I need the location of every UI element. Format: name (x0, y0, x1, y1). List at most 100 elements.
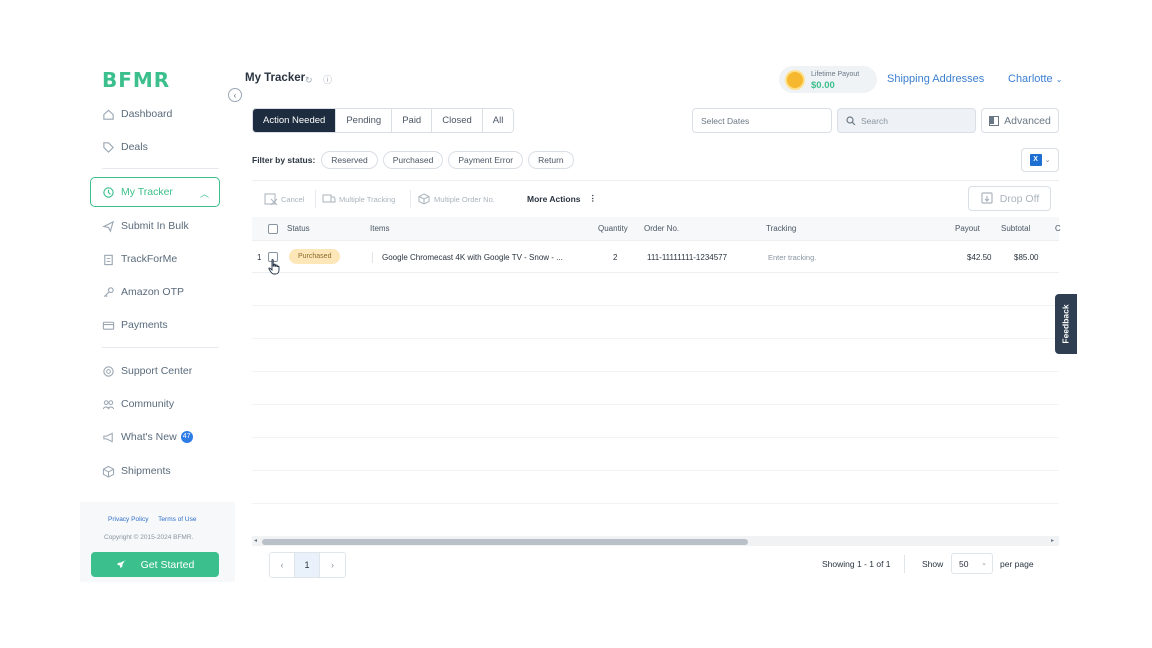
more-actions-label: More Actions (527, 193, 581, 204)
empty-table-area (252, 273, 1059, 537)
sidebar-item-dashboard[interactable]: Dashboard (102, 103, 172, 125)
terms-of-use-link[interactable]: Terms of Use (158, 516, 196, 523)
info-icon[interactable]: ⓘ (323, 75, 332, 85)
page-number-button[interactable]: 1 (295, 553, 320, 577)
drop-off-label: Drop Off (999, 192, 1040, 205)
cancel-action[interactable]: Cancel (264, 193, 304, 205)
drop-off-button[interactable]: Drop Off (968, 186, 1051, 211)
tracking-input[interactable]: Enter tracking. (768, 253, 816, 262)
refresh-icon[interactable]: ↻ (305, 75, 313, 85)
user-menu[interactable]: Charlotte ⌄ (1008, 73, 1062, 85)
sidebar-item-label: My Tracker (121, 186, 173, 198)
top-bar: My Tracker ↻ ⓘ Lifetime Payout $0.00 Shi… (235, 64, 1077, 96)
clipboard-icon (102, 253, 115, 266)
dropoff-icon (981, 191, 993, 204)
horizontal-scrollbar[interactable]: ◂ ▸ (252, 537, 1059, 546)
hand-cursor-icon (268, 259, 280, 275)
tab-action-needed[interactable]: Action Needed (253, 109, 337, 132)
search-icon (846, 115, 856, 125)
footer-links: Privacy Policy Terms of Use (108, 516, 204, 523)
lifetime-payout[interactable]: Lifetime Payout $0.00 (779, 66, 877, 93)
tab-paid[interactable]: Paid (392, 109, 433, 132)
sidebar-item-submit-in-bulk[interactable]: Submit In Bulk (102, 215, 189, 237)
order-number-cell[interactable]: 111-11111111-1234577 (647, 253, 727, 262)
copyright-text: Copyright © 2015-2024 BFMR. (104, 534, 194, 541)
sidebar-item-trackforme[interactable]: TrackForMe (102, 248, 177, 270)
item-name[interactable]: Google Chromecast 4K with Google TV - Sn… (382, 253, 563, 262)
column-header-quantity[interactable]: Quantity (598, 224, 628, 233)
sidebar-item-amazon-otp[interactable]: Amazon OTP (102, 281, 184, 303)
multiple-order-action[interactable]: Multiple Order No. (417, 193, 495, 205)
brand-logo[interactable]: BFMR (102, 68, 170, 92)
prev-page-button[interactable]: ‹ (270, 553, 295, 577)
more-actions-button[interactable]: More Actions ⋮ (527, 193, 597, 204)
tab-pending[interactable]: Pending (336, 109, 393, 132)
sidebar-item-label: What's New (121, 431, 177, 443)
sidebar-item-whats-new[interactable]: What's New 47 (102, 426, 193, 448)
send-icon (102, 220, 115, 233)
coin-icon (787, 72, 803, 88)
multiple-tracking-action[interactable]: Multiple Tracking (322, 193, 395, 205)
sidebar-item-label: Amazon OTP (121, 286, 185, 298)
sidebar-item-my-tracker[interactable]: My Tracker ︿ (90, 177, 220, 207)
next-page-button[interactable]: › (320, 553, 345, 577)
get-started-label: Get Started (140, 558, 195, 571)
search-input[interactable]: Search (837, 108, 976, 133)
per-page-select[interactable]: 50 ⌄ (951, 553, 993, 574)
chevron-up-icon: ︿ (199, 189, 209, 199)
panel-icon (989, 115, 1000, 126)
chevron-down-icon: ⌄ (1044, 157, 1051, 164)
rocket-icon (116, 559, 126, 569)
get-started-button[interactable]: Get Started (91, 552, 219, 577)
filter-chip-purchased[interactable]: Purchased (382, 151, 444, 169)
advanced-label: Advanced (1004, 114, 1051, 127)
scroll-left-icon[interactable]: ◂ (254, 537, 257, 546)
title-icons: ↻ ⓘ (305, 73, 332, 86)
collapse-sidebar-button[interactable]: ‹ (228, 88, 242, 102)
filter-label: Filter by status: (252, 155, 316, 165)
status-badge: Purchased (289, 249, 341, 264)
sidebar-item-label: Support Center (121, 365, 193, 377)
column-header-payout[interactable]: Payout (955, 224, 980, 233)
tab-all[interactable]: All (482, 109, 514, 132)
tab-closed[interactable]: Closed (432, 109, 483, 132)
export-excel-button[interactable]: X ⌄ (1021, 148, 1059, 172)
table-header: Status Items Quantity Order No. Tracking… (252, 217, 1061, 241)
filter-chip-payment-error[interactable]: Payment Error (448, 151, 524, 169)
pagination: ‹ 1 › (269, 552, 346, 578)
sidebar-item-shipments[interactable]: Shipments (102, 460, 171, 482)
column-header-truncated[interactable]: C (1055, 224, 1061, 233)
scrollbar-thumb[interactable] (262, 539, 748, 545)
column-header-tracking[interactable]: Tracking (766, 224, 796, 233)
column-header-status[interactable]: Status (287, 224, 310, 233)
column-header-order-no[interactable]: Order No. (644, 224, 679, 233)
sidebar-item-community[interactable]: Community (102, 393, 174, 415)
filter-chip-reserved[interactable]: Reserved (321, 151, 378, 169)
column-header-subtotal[interactable]: Subtotal (1001, 224, 1030, 233)
card-icon (102, 319, 115, 332)
column-header-items[interactable]: Items (370, 224, 390, 233)
kebab-icon: ⋮ (588, 193, 598, 203)
sidebar-item-deals[interactable]: Deals (102, 136, 148, 158)
table-row[interactable]: 1 Purchased Google Chromecast 4K with Go… (252, 241, 1059, 273)
home-icon (102, 108, 115, 121)
sidebar-item-payments[interactable]: Payments (102, 314, 168, 336)
shipping-addresses-link[interactable]: Shipping Addresses (887, 73, 984, 85)
feedback-tab[interactable]: Feedback (1055, 294, 1077, 354)
status-tabs: Action Needed Pending Paid Closed All (252, 108, 515, 133)
filter-chip-return[interactable]: Return (528, 151, 574, 169)
new-count-badge: 47 (180, 431, 193, 443)
status-filter: Filter by status: Reserved Purchased Pay… (252, 151, 579, 169)
select-all-checkbox[interactable] (268, 224, 278, 234)
date-range-input[interactable]: Select Dates (692, 108, 832, 133)
multiple-order-label: Multiple Order No. (434, 194, 495, 204)
privacy-policy-link[interactable]: Privacy Policy (108, 516, 148, 523)
showing-count: Showing 1 - 1 of 1 (822, 559, 891, 569)
sidebar-item-support-center[interactable]: Support Center (102, 360, 192, 382)
chevron-left-icon: ‹ (233, 90, 237, 100)
cancel-icon (264, 193, 278, 205)
chevron-down-icon: ⌄ (981, 560, 987, 567)
advanced-button[interactable]: Advanced (981, 108, 1059, 133)
scroll-right-icon[interactable]: ▸ (1051, 537, 1054, 546)
app-frame: BFMR Dashboard Deals My Tracker ︿ Submit… (80, 64, 1077, 582)
